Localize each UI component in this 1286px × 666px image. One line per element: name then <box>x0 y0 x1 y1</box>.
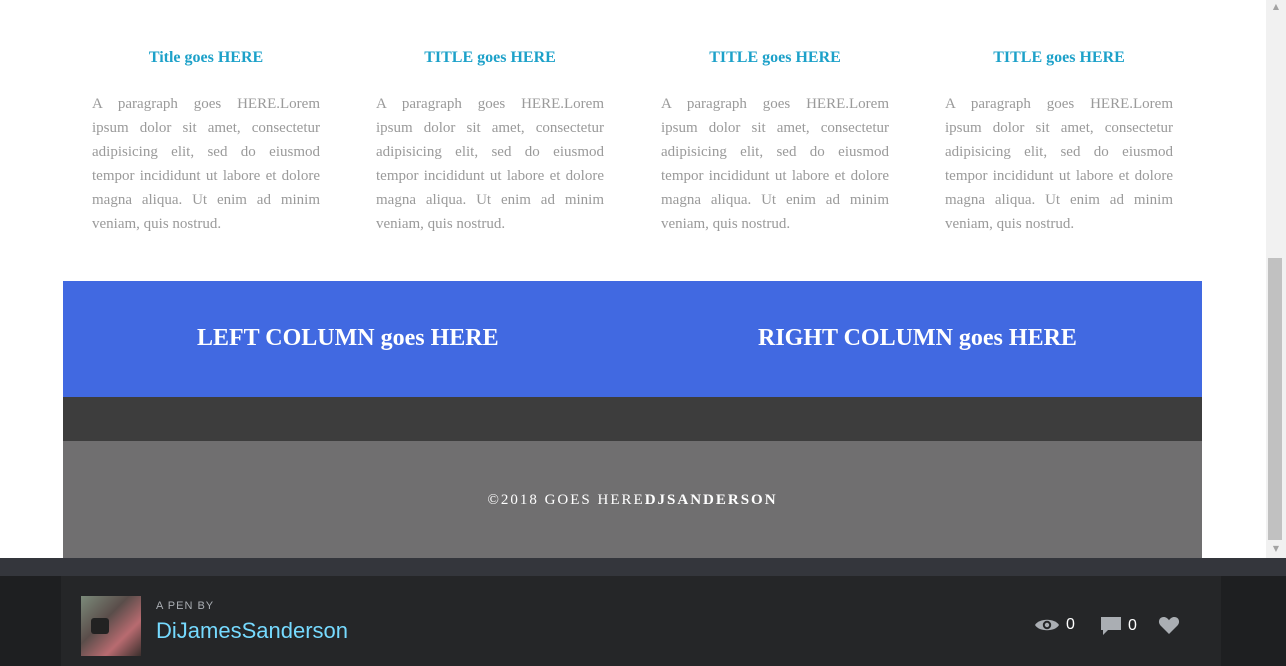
pen-by-label: A PEN BY <box>156 600 215 612</box>
column-title: TITLE goes HERE <box>993 49 1125 66</box>
dark-divider-band <box>63 397 1202 441</box>
codepen-separator <box>0 558 1286 576</box>
column-paragraph: A paragraph goes HERE.Lorem ipsum dolor … <box>376 96 604 232</box>
comments-stat[interactable]: 0 <box>1100 616 1137 636</box>
copyright-text: ©2018 GOES HEREDJSANDERSON <box>63 490 1202 510</box>
avatar[interactable] <box>81 596 141 656</box>
vertical-scrollbar[interactable]: ▲ ▼ <box>1266 0 1286 558</box>
feature-columns: Title goes HERE A paragraph goes HERE.Lo… <box>63 0 1202 281</box>
scroll-down-arrow-icon[interactable]: ▼ <box>1266 542 1286 556</box>
page-content: Title goes HERE A paragraph goes HERE.Lo… <box>0 0 1266 558</box>
scroll-thumb[interactable] <box>1268 258 1282 540</box>
like-button[interactable] <box>1158 616 1180 635</box>
left-column-heading: LEFT COLUMN goes HERE <box>197 325 499 351</box>
views-stat[interactable]: 0 <box>1034 616 1075 634</box>
codepen-footer-bar: A PEN BY DiJamesSanderson 0 0 <box>0 576 1286 666</box>
right-column-heading: RIGHT COLUMN goes HERE <box>758 325 1077 351</box>
comment-icon <box>1101 617 1121 635</box>
column-paragraph: A paragraph goes HERE.Lorem ipsum dolor … <box>661 96 889 232</box>
page-footer: ©2018 GOES HEREDJSANDERSON <box>63 441 1202 558</box>
column-paragraph: A paragraph goes HERE.Lorem ipsum dolor … <box>945 96 1173 232</box>
column-title: TITLE goes HERE <box>709 49 841 66</box>
column-paragraph: A paragraph goes HERE.Lorem ipsum dolor … <box>92 96 320 232</box>
author-link[interactable]: DiJamesSanderson <box>156 618 348 644</box>
eye-icon <box>1035 619 1059 631</box>
column-title: Title goes HERE <box>148 49 264 66</box>
scroll-up-arrow-icon[interactable]: ▲ <box>1266 0 1286 14</box>
views-count: 0 <box>1066 616 1075 633</box>
column-title: TITLE goes HERE <box>424 49 556 66</box>
codepen-footer-inner: A PEN BY DiJamesSanderson 0 0 <box>61 576 1221 666</box>
copyright-label: ©2018 GOES HERE <box>487 492 645 508</box>
two-column-band: LEFT COLUMN goes HERE RIGHT COLUMN goes … <box>63 281 1202 397</box>
heart-icon <box>1158 617 1180 634</box>
camera-icon <box>91 618 109 634</box>
copyright-author: DJSANDERSON <box>644 492 778 508</box>
comments-count: 0 <box>1128 617 1137 634</box>
